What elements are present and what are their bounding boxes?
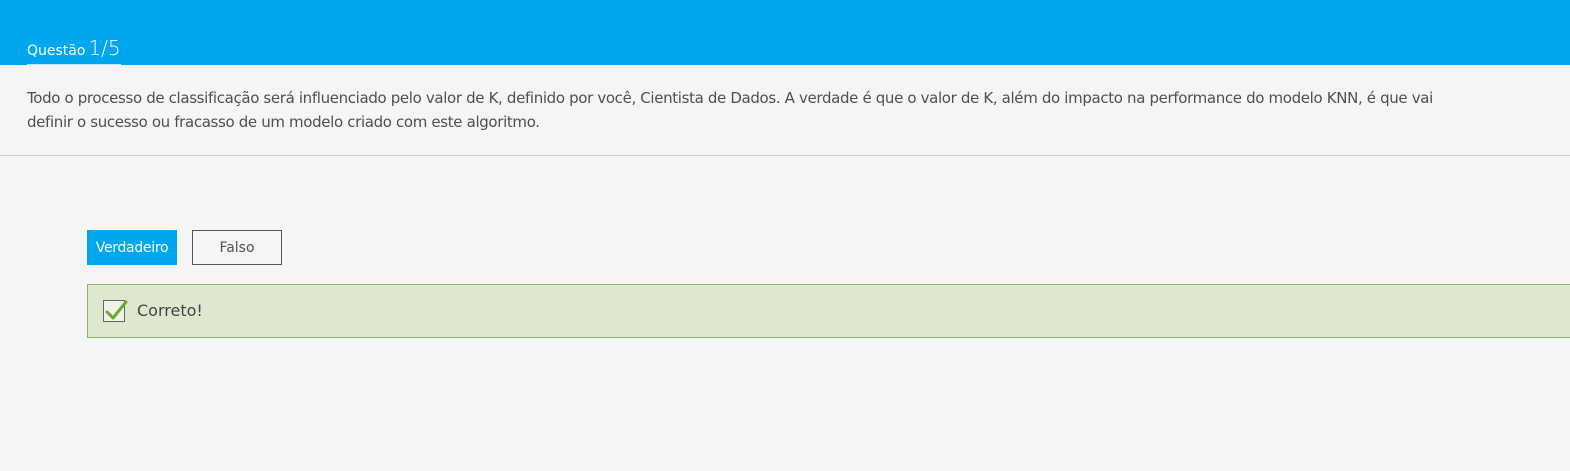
question-counter: Questão 1/5: [27, 36, 121, 65]
feedback-text: Correto!: [137, 301, 203, 320]
checkmark-icon: [103, 300, 128, 322]
quiz-header: Questão 1/5: [0, 0, 1570, 65]
question-area: Todo o processo de classificação será in…: [0, 65, 1570, 156]
question-label: Questão: [27, 43, 86, 59]
question-number: 1/5: [88, 36, 121, 60]
question-text: Todo o processo de classificação será in…: [27, 89, 1433, 131]
feedback-banner: Correto!: [87, 284, 1570, 338]
false-button[interactable]: Falso: [192, 230, 282, 265]
true-button[interactable]: Verdadeiro: [87, 230, 177, 265]
